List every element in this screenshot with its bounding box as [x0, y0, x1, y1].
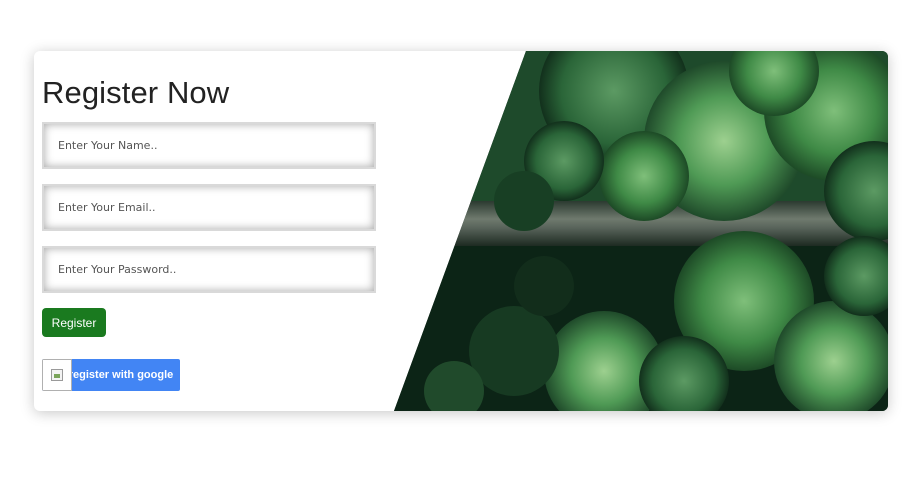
google-icon-box	[42, 359, 72, 391]
page-title: Register Now	[42, 75, 230, 110]
broken-image-icon	[51, 369, 63, 381]
google-button-label: register with google	[72, 369, 174, 381]
forest-aerial-image	[394, 51, 888, 411]
register-button[interactable]: Register	[42, 308, 106, 337]
email-input[interactable]	[42, 184, 376, 231]
register-card: Register Now Register register with goog…	[34, 51, 888, 411]
password-input[interactable]	[42, 246, 376, 293]
register-with-google-button[interactable]: register with google	[42, 359, 180, 391]
name-input[interactable]	[42, 122, 376, 169]
google-label-mask: register with google	[72, 359, 180, 391]
